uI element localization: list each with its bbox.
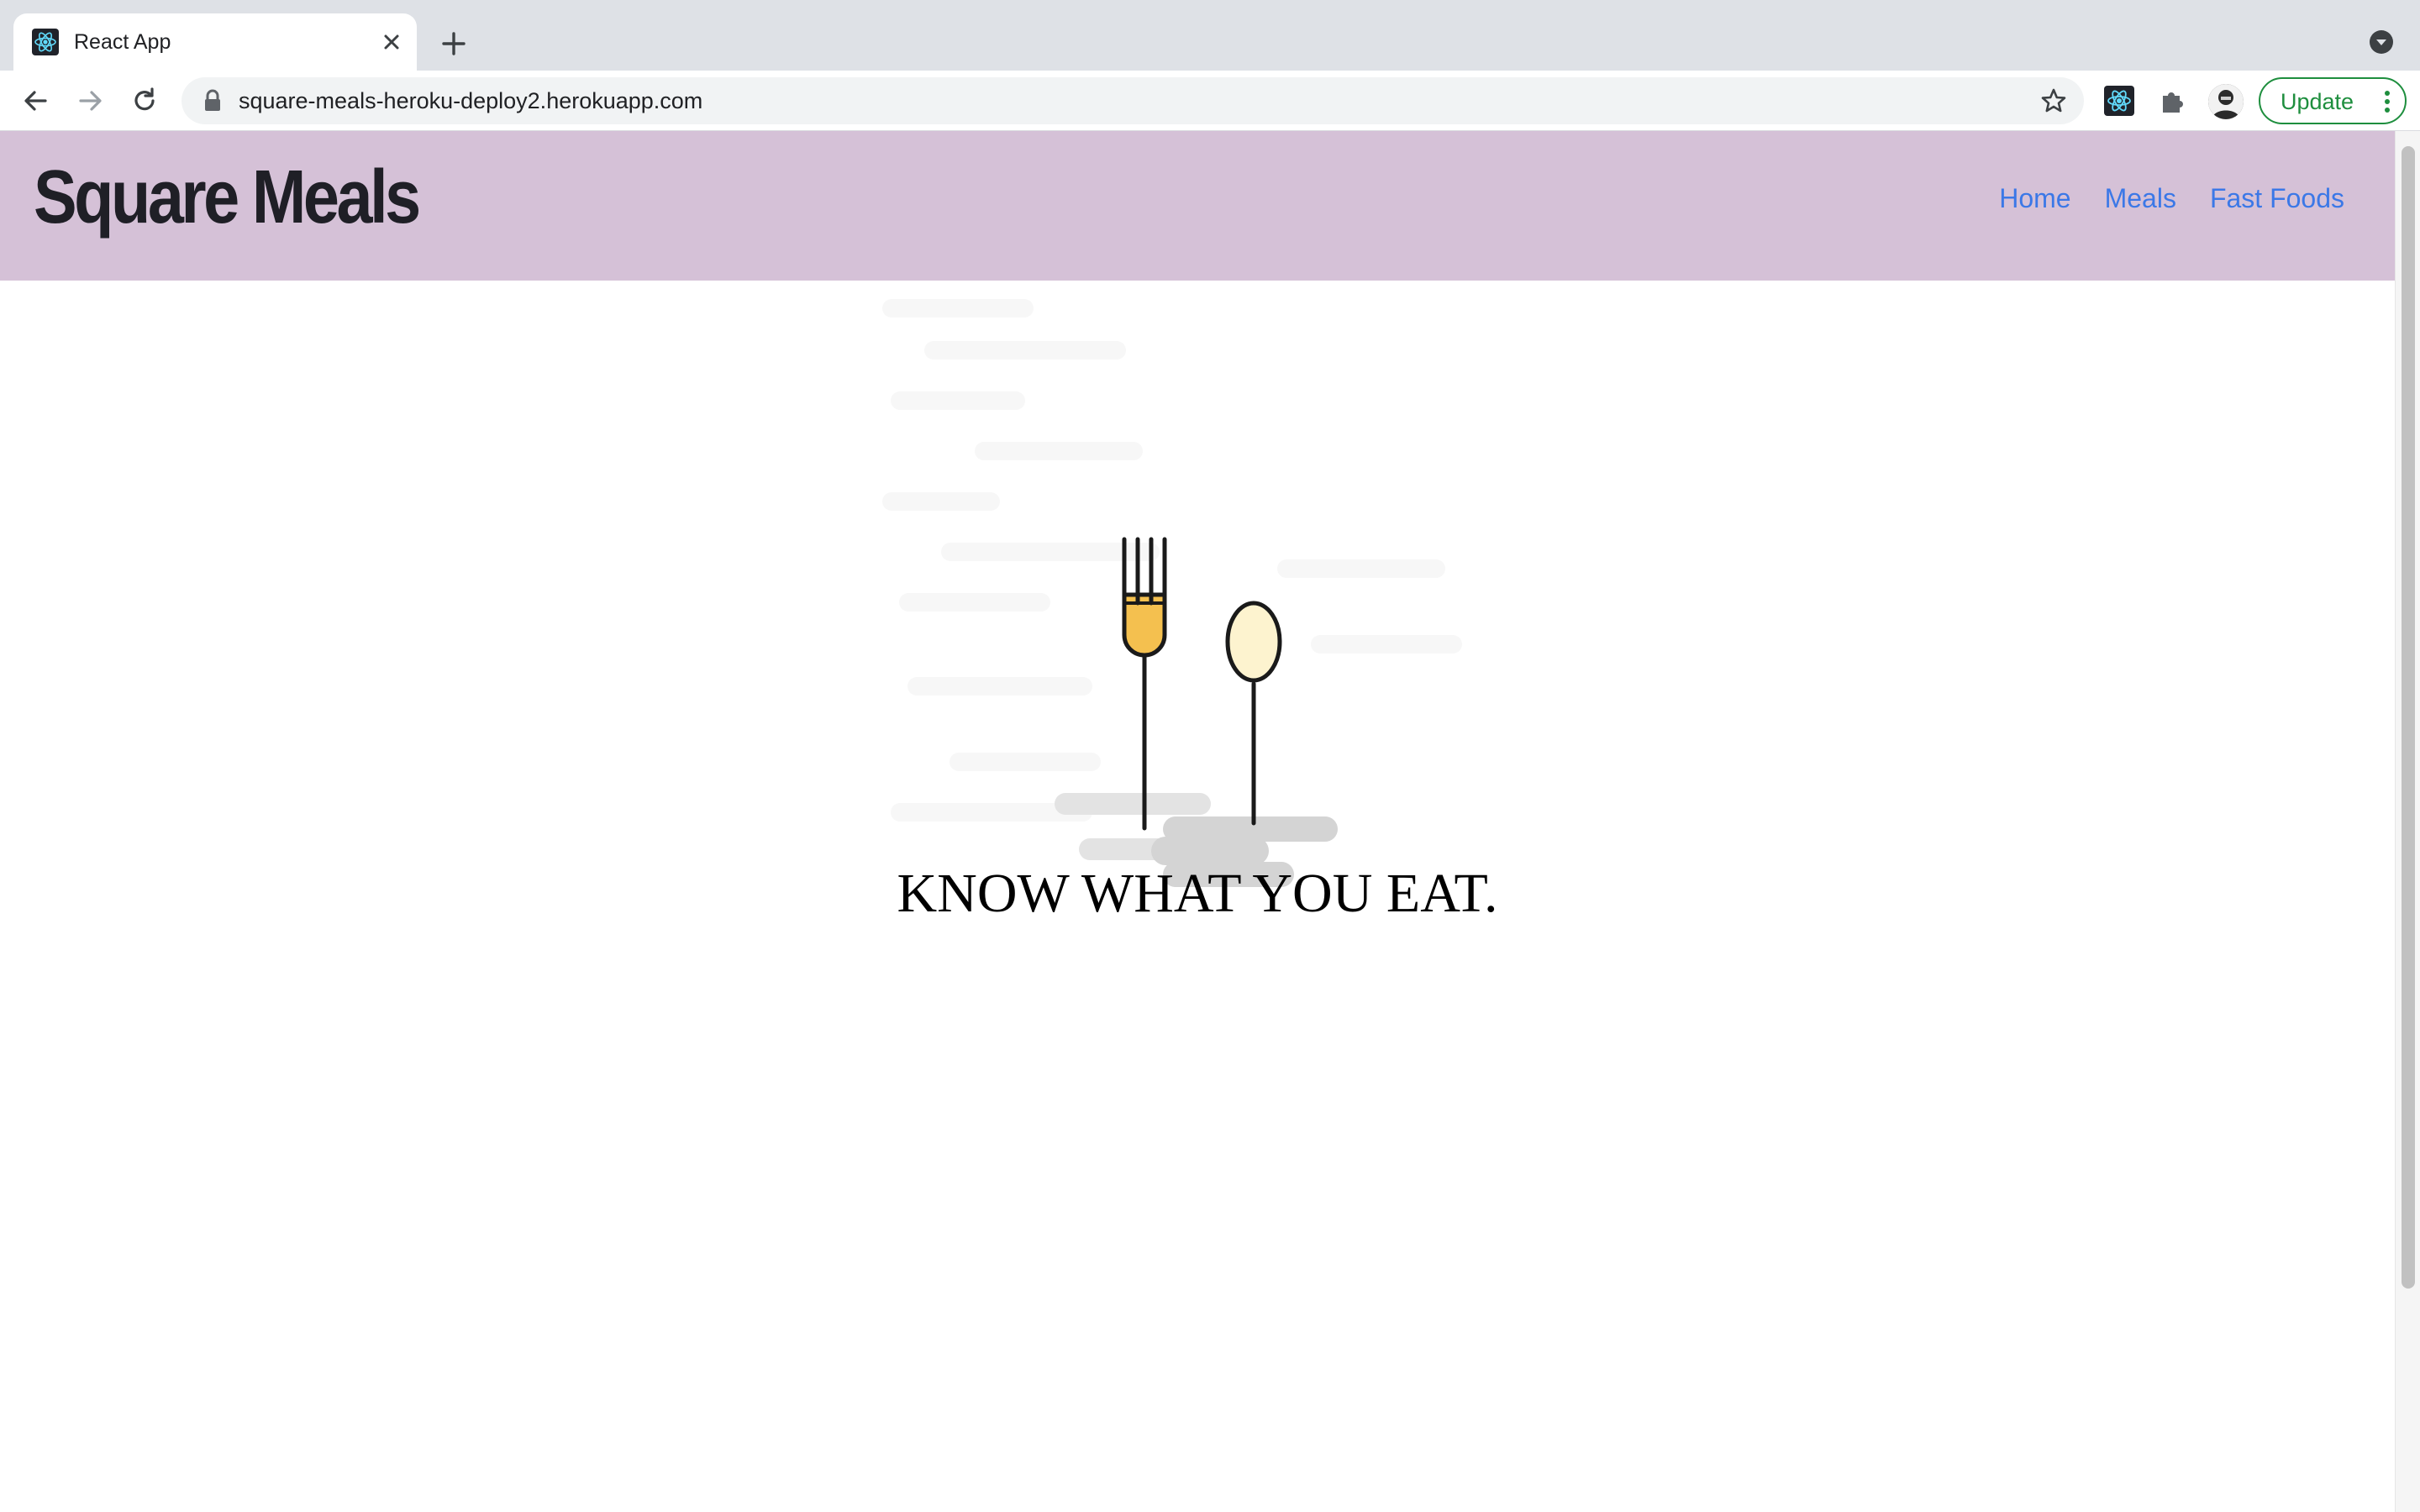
address-bar[interactable]: square-meals-heroku-deploy2.herokuapp.co… [182, 77, 2084, 124]
arrow-right-icon[interactable] [76, 86, 106, 116]
main-nav: Home Meals Fast Foods [1999, 181, 2344, 215]
browser-toolbar: square-meals-heroku-deploy2.herokuapp.co… [0, 71, 2420, 131]
tab-strip: React App [0, 0, 2420, 71]
page-viewport: Square Meals Home Meals Fast Foods KNOW … [0, 131, 2420, 1512]
nav-link-fast-foods[interactable]: Fast Foods [2210, 181, 2344, 215]
nav-link-meals[interactable]: Meals [2105, 181, 2176, 215]
tab-title: React App [74, 30, 171, 54]
puzzle-icon[interactable] [2158, 86, 2188, 116]
more-vert-icon[interactable] [2383, 89, 2391, 114]
tagline: KNOW WHAT YOU EAT. [897, 863, 1498, 924]
scrollbar[interactable] [2395, 131, 2420, 1512]
url-text[interactable]: square-meals-heroku-deploy2.herokuapp.co… [239, 87, 702, 114]
nav-link-home[interactable]: Home [1999, 181, 2070, 215]
lock-icon[interactable] [202, 89, 224, 113]
close-icon[interactable] [378, 29, 405, 55]
avatar[interactable] [2208, 84, 2244, 119]
browser-tab[interactable]: React App [13, 13, 417, 71]
arrow-left-icon[interactable] [20, 86, 50, 116]
update-label: Update [2281, 89, 2354, 114]
update-button[interactable]: Update [2259, 77, 2407, 124]
reload-icon[interactable] [129, 86, 160, 116]
star-icon[interactable] [2040, 87, 2067, 114]
react-devtools-icon[interactable] [2104, 86, 2134, 116]
brand-logo[interactable]: Square Meals [34, 151, 421, 244]
react-logo-icon [32, 29, 59, 55]
scrollbar-thumb[interactable] [2402, 146, 2415, 1289]
site-header: Square Meals Home Meals Fast Foods [0, 131, 2395, 281]
plus-icon[interactable] [437, 27, 471, 60]
chevron-down-icon[interactable] [2368, 29, 2395, 55]
